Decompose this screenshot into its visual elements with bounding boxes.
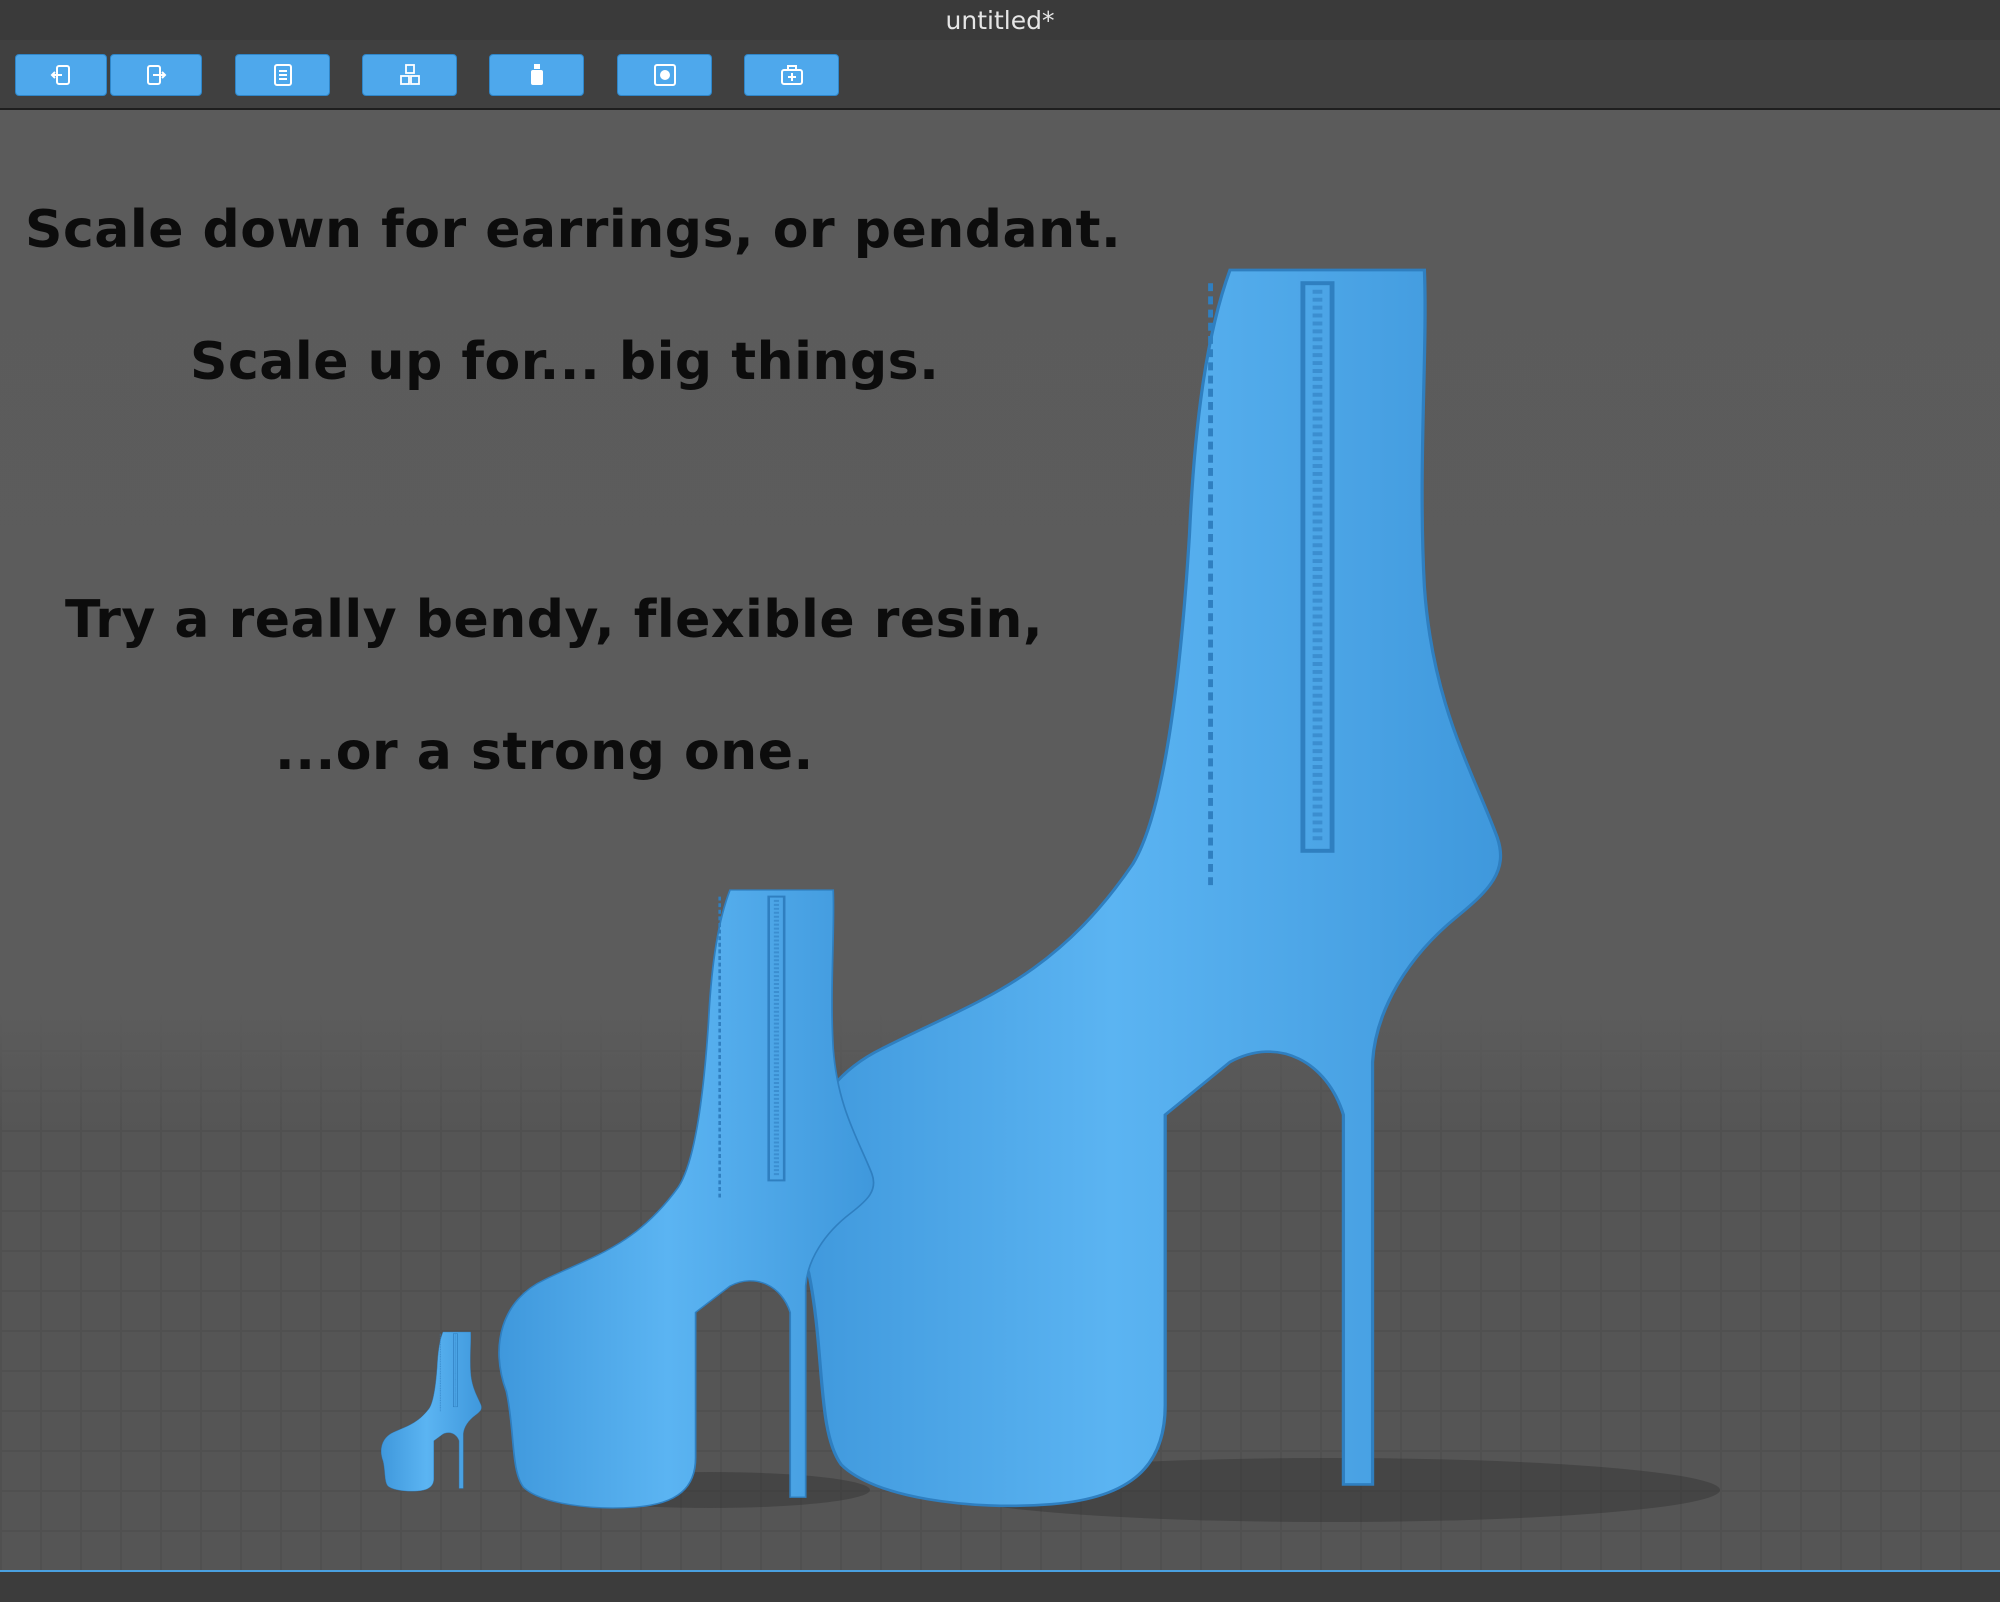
cubes-icon <box>399 64 420 85</box>
add-support-icon <box>780 65 803 85</box>
import-button[interactable] <box>15 54 107 96</box>
status-bar <box>0 1570 2000 1602</box>
boot-model-small[interactable] <box>380 1331 483 1492</box>
toolbar <box>0 40 2000 110</box>
arrange-button[interactable] <box>362 54 457 96</box>
boot-model-medium[interactable] <box>499 890 874 1508</box>
supports-button[interactable] <box>744 54 839 96</box>
3d-viewport[interactable]: Scale down for earrings, or pendant. Sca… <box>0 110 2000 1570</box>
resin-button[interactable] <box>489 54 584 96</box>
square-target-icon <box>653 64 676 86</box>
list-icon <box>273 64 292 86</box>
import-icon <box>50 65 70 85</box>
window-title: untitled* <box>0 0 2000 41</box>
export-icon <box>147 65 167 85</box>
list-button[interactable] <box>235 54 330 96</box>
export-button[interactable] <box>110 54 202 96</box>
slice-button[interactable] <box>617 54 712 96</box>
bottle-icon <box>530 64 543 85</box>
model-scene <box>380 110 1720 1522</box>
boot-model-large[interactable] <box>795 270 1501 1506</box>
